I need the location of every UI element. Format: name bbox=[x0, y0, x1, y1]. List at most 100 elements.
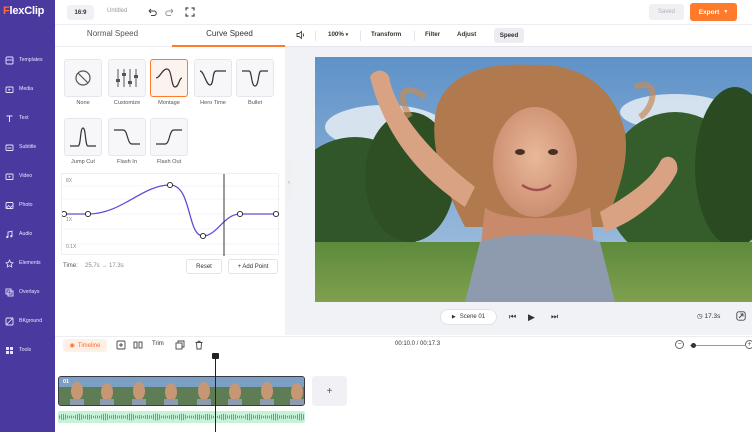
graph-min-label: 0.1X bbox=[66, 244, 77, 250]
preset-thumbnail[interactable] bbox=[64, 118, 102, 156]
video-clip[interactable]: 01 bbox=[58, 376, 305, 406]
delete-icon[interactable] bbox=[194, 340, 204, 350]
collapse-panel-handle[interactable]: ‹ bbox=[285, 160, 293, 205]
preset-label: Flash Out bbox=[156, 159, 182, 165]
fullscreen-icon[interactable] bbox=[184, 6, 196, 18]
volume-icon[interactable] bbox=[296, 30, 306, 42]
previous-icon[interactable]: ⏮ bbox=[509, 312, 516, 322]
preset-thumbnail[interactable] bbox=[236, 59, 274, 97]
zoom-slider-track[interactable] bbox=[690, 345, 745, 346]
project-title[interactable]: Untitled bbox=[107, 8, 127, 14]
expand-preview-icon[interactable] bbox=[736, 311, 746, 321]
adjust-button[interactable]: Adjust bbox=[457, 31, 476, 38]
sidebar-item-subtitle[interactable]: Subtitle bbox=[0, 136, 55, 158]
none-icon bbox=[75, 70, 91, 86]
sidebar-item-label: BKground bbox=[19, 318, 43, 324]
preset-thumbnail[interactable] bbox=[108, 59, 146, 97]
preset-hero-time[interactable]: Hero Time bbox=[193, 59, 233, 106]
play-small-icon: ▶ bbox=[451, 314, 456, 320]
flexclip-logo[interactable]: FlexClip bbox=[3, 5, 44, 17]
playhead[interactable] bbox=[215, 357, 216, 432]
clip-number: 01 bbox=[63, 379, 70, 385]
customize-icon bbox=[116, 69, 138, 87]
tab-curve-speed[interactable]: Curve Speed bbox=[172, 29, 287, 38]
graph-mid-label: 1X bbox=[66, 217, 73, 223]
redo-icon[interactable] bbox=[164, 6, 176, 18]
aspect-ratio-button[interactable]: 16:9 bbox=[67, 5, 94, 20]
export-button[interactable]: Export ▼ bbox=[690, 3, 737, 21]
filter-button[interactable]: Filter bbox=[425, 31, 440, 38]
left-sidebar: FlexClip Templates Media Text Subtitle Video… bbox=[0, 0, 55, 432]
transform-button[interactable]: Transform bbox=[371, 31, 401, 38]
sidebar-item-media[interactable]: Media bbox=[0, 78, 55, 100]
sidebar-item-audio[interactable]: Audio bbox=[0, 223, 55, 245]
trim-button[interactable]: Trim bbox=[152, 341, 164, 347]
sidebar-item-label: Elements bbox=[19, 260, 41, 266]
sidebar-item-overlays[interactable]: Overlays bbox=[0, 281, 55, 303]
media-icon bbox=[5, 85, 14, 94]
timeline-toggle[interactable]: ◉ Timeline bbox=[63, 339, 107, 352]
preset-flash-in[interactable]: Flash In bbox=[107, 118, 147, 165]
chevron-down-icon: ▾ bbox=[345, 32, 349, 38]
video-frame-image bbox=[315, 57, 752, 302]
audio-icon bbox=[5, 230, 14, 239]
sidebar-item-photo[interactable]: Photo bbox=[0, 194, 55, 216]
zoom-in-icon[interactable]: + bbox=[745, 340, 752, 349]
preset-thumbnail[interactable] bbox=[64, 59, 102, 97]
audio-track[interactable] bbox=[58, 411, 305, 423]
saved-button[interactable]: Saved bbox=[649, 4, 684, 20]
scene-selector[interactable]: ▶ Scene 01 bbox=[440, 309, 497, 325]
preset-customize[interactable]: Customize bbox=[107, 59, 147, 106]
preset-montage[interactable]: Montage bbox=[149, 59, 189, 106]
preset-thumbnail[interactable] bbox=[150, 59, 188, 97]
sidebar-item-label: Audio bbox=[19, 231, 33, 237]
active-tab-indicator bbox=[172, 45, 285, 47]
preset-label: None bbox=[76, 100, 90, 106]
preset-jump-cut[interactable]: Jump Cut bbox=[63, 118, 103, 165]
sidebar-item-templates[interactable]: Templates bbox=[0, 49, 55, 71]
sidebar-item-label: Overlays bbox=[19, 289, 40, 295]
clip-thumbnails bbox=[59, 377, 304, 405]
time-label: Time: bbox=[63, 263, 78, 269]
speed-button[interactable]: Speed bbox=[494, 28, 524, 43]
sidebar-item-video[interactable]: Video bbox=[0, 165, 55, 187]
tab-normal-speed[interactable]: Normal Speed bbox=[55, 29, 170, 38]
elements-icon bbox=[5, 258, 14, 268]
sidebar-item-label: Photo bbox=[19, 202, 33, 208]
video-preview[interactable] bbox=[315, 57, 752, 302]
duplicate-icon[interactable] bbox=[175, 340, 185, 350]
add-clip-button[interactable]: + bbox=[312, 376, 347, 406]
preset-flash-out[interactable]: Flash Out bbox=[149, 118, 189, 165]
add-scene-icon[interactable] bbox=[116, 340, 126, 350]
sidebar-item-bkground[interactable]: BKground bbox=[0, 310, 55, 332]
preset-thumbnail[interactable] bbox=[108, 118, 146, 156]
zoom-out-icon[interactable]: − bbox=[675, 340, 684, 349]
add-point-button[interactable]: + Add Point bbox=[228, 259, 278, 274]
total-duration: ◷ 17.3s bbox=[697, 313, 721, 320]
timeline-icon: ◉ bbox=[69, 343, 75, 349]
bullet-curve-icon bbox=[242, 70, 268, 87]
preset-thumbnail[interactable] bbox=[194, 59, 232, 97]
reset-button[interactable]: Reset bbox=[186, 259, 222, 274]
subtitle-icon bbox=[5, 143, 14, 152]
sidebar-item-label: Tools bbox=[19, 347, 32, 353]
speed-curve-graph[interactable]: 8X 1X 0.1X bbox=[61, 173, 280, 256]
sidebar-item-label: Templates bbox=[19, 57, 43, 63]
zoom-slider-handle[interactable] bbox=[691, 343, 696, 348]
preset-none[interactable]: None bbox=[63, 59, 103, 106]
preset-bullet[interactable]: Bullet bbox=[235, 59, 275, 106]
sidebar-item-text[interactable]: Text bbox=[0, 107, 55, 129]
sidebar-item-tools[interactable]: Tools bbox=[0, 339, 55, 361]
preview-area: 100% ▾ Transform Filter Adjust Speed ▶ S… bbox=[285, 25, 752, 335]
play-icon[interactable]: ▶ bbox=[528, 312, 535, 323]
zoom-select[interactable]: 100% ▾ bbox=[328, 31, 348, 38]
playhead-handle[interactable] bbox=[212, 353, 219, 359]
split-icon[interactable] bbox=[133, 340, 143, 350]
templates-icon bbox=[5, 56, 14, 65]
undo-icon[interactable] bbox=[146, 6, 158, 18]
next-icon[interactable]: ⏭ bbox=[551, 312, 558, 322]
toolbar-divider bbox=[414, 31, 415, 41]
preset-thumbnail[interactable] bbox=[150, 118, 188, 156]
hero-time-curve-icon bbox=[199, 70, 226, 86]
sidebar-item-elements[interactable]: Elements bbox=[0, 252, 55, 274]
